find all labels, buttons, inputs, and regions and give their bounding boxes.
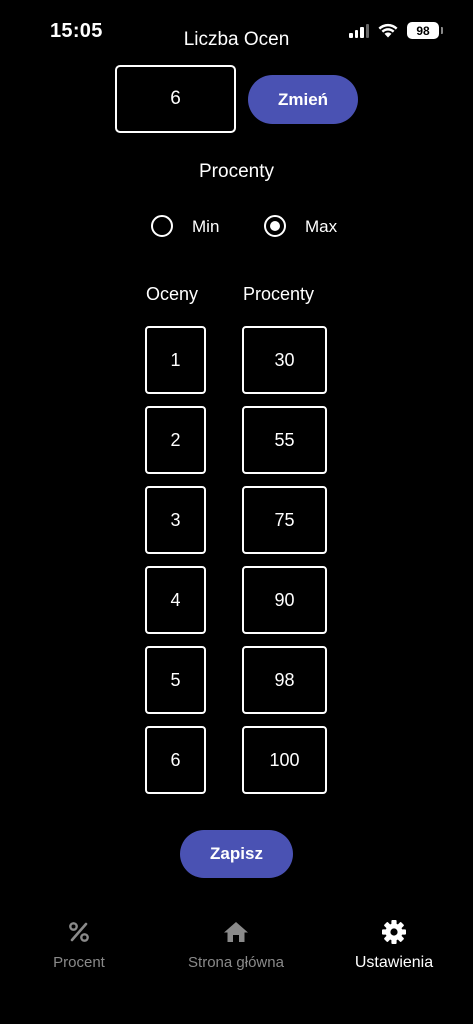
grade-count-input[interactable]: 6: [115, 65, 236, 133]
percent-input-4[interactable]: 90: [242, 566, 327, 634]
home-icon: [222, 918, 250, 946]
gear-icon: [380, 918, 408, 946]
radio-min-label[interactable]: Min: [192, 217, 219, 237]
nav-label-percent: Procent: [53, 954, 105, 971]
grade-cell-6[interactable]: 6: [145, 726, 206, 794]
radio-max[interactable]: [264, 215, 286, 237]
percent-input-3[interactable]: 75: [242, 486, 327, 554]
save-button[interactable]: Zapisz: [180, 830, 293, 878]
nav-item-percent[interactable]: Procent: [0, 918, 159, 971]
percent-input-1[interactable]: 30: [242, 326, 327, 394]
grade-cell-4[interactable]: 4: [145, 566, 206, 634]
nav-item-home[interactable]: Strona główna: [156, 918, 316, 971]
column-header-percent: Procenty: [243, 284, 315, 304]
nav-label-settings: Ustawienia: [354, 954, 434, 971]
change-button[interactable]: Zmień: [248, 75, 358, 124]
grade-cell-5[interactable]: 5: [145, 646, 206, 714]
bottom-navigation: Procent Strona główna Ustawienia: [0, 918, 473, 988]
percent-input-2[interactable]: 55: [242, 406, 327, 474]
nav-label-home: Strona główna: [188, 954, 284, 971]
mode-radio-group: Min Max: [0, 212, 473, 242]
grade-cell-3[interactable]: 3: [145, 486, 206, 554]
percent-input-5[interactable]: 98: [242, 646, 327, 714]
radio-max-label[interactable]: Max: [305, 217, 337, 237]
radio-min[interactable]: [151, 215, 173, 237]
grade-cell-2[interactable]: 2: [145, 406, 206, 474]
nav-item-settings[interactable]: Ustawienia: [314, 918, 473, 972]
page-title: Liczba Ocen: [183, 29, 290, 50]
grade-cell-1[interactable]: 1: [145, 326, 206, 394]
column-header-grades: Oceny: [146, 284, 199, 304]
percent-input-6[interactable]: 100: [242, 726, 327, 794]
mode-title: Procenty: [199, 161, 274, 182]
percent-icon: [65, 918, 93, 946]
